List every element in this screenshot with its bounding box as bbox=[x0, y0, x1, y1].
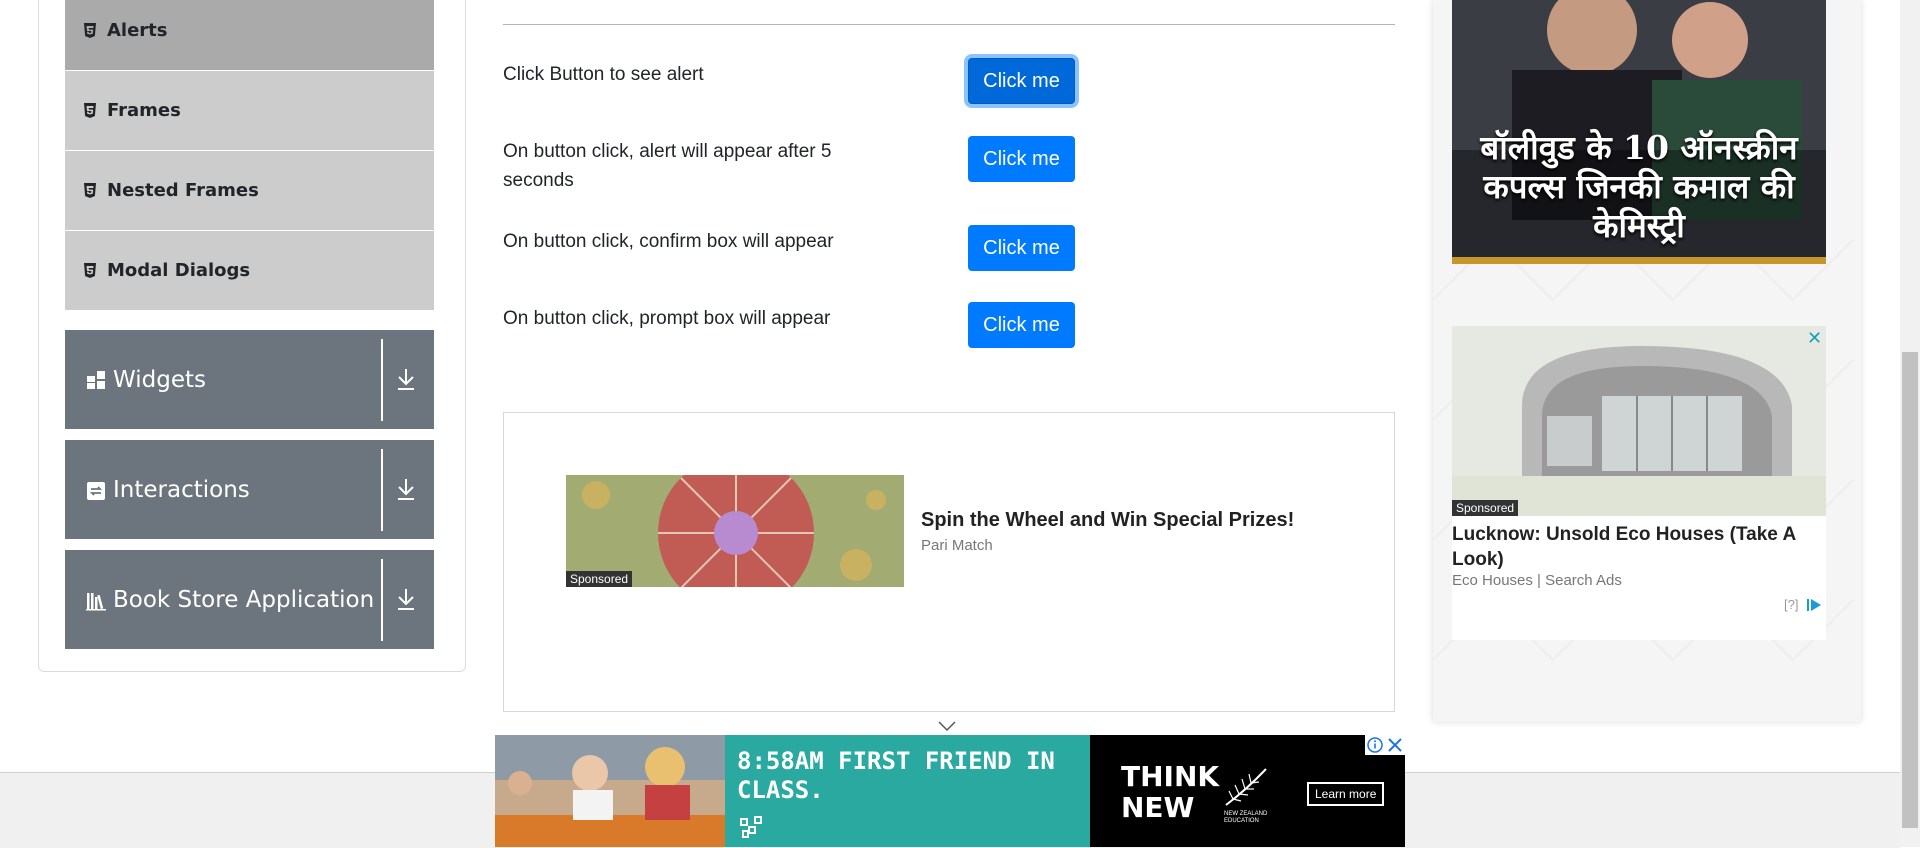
sidebar-group-widgets[interactable]: Widgets bbox=[65, 330, 434, 429]
confirm-button[interactable]: Click me bbox=[968, 225, 1075, 271]
sidebar-group-label: Interactions bbox=[113, 476, 250, 503]
html5-icon bbox=[84, 262, 96, 278]
ad-brand: THINK NEW bbox=[1121, 760, 1220, 824]
native-ad[interactable]: Sponsored Spin the Wheel and Win Special… bbox=[503, 412, 1395, 712]
learn-more-button[interactable]: Learn more bbox=[1307, 782, 1385, 806]
sidebar-group-interactions[interactable]: Interactions bbox=[65, 440, 434, 539]
ad-accent-bar bbox=[1452, 257, 1826, 264]
sidebar-group-label: Book Store Application bbox=[113, 586, 375, 613]
ad-title[interactable]: Spin the Wheel and Win Special Prizes! bbox=[921, 509, 1294, 532]
confirm-row-label: On button click, confirm box will appear bbox=[503, 231, 834, 252]
eco-house-image[interactable]: Sponsored ✕ bbox=[1452, 326, 1826, 516]
eco-ad-title[interactable]: Lucknow: Unsold Eco Houses (Take A Look) bbox=[1452, 522, 1826, 572]
sidebar-item-nested-frames[interactable]: Nested Frames bbox=[65, 151, 434, 230]
timer-alert-button[interactable]: Click me bbox=[968, 136, 1075, 182]
ad-org: NEW ZEALAND EDUCATION bbox=[1224, 811, 1268, 824]
eco-houses-ad[interactable]: Sponsored ✕ Lucknow: Unsold Eco Houses (… bbox=[1452, 326, 1826, 640]
scrollbar-thumb[interactable] bbox=[1902, 352, 1918, 828]
prompt-row-label: On button click, prompt box will appear bbox=[503, 308, 831, 329]
section-divider bbox=[503, 24, 1395, 25]
adchoices-icon[interactable] bbox=[1365, 735, 1405, 755]
classroom-photo bbox=[495, 735, 725, 847]
chevron-down-icon[interactable] bbox=[937, 720, 957, 732]
ad-headline: 8:58AM FIRST FRIEND IN CLASS. bbox=[737, 747, 1055, 804]
ad-image[interactable]: Sponsored bbox=[566, 475, 904, 587]
group-divider bbox=[381, 449, 383, 531]
pattern-icon bbox=[740, 816, 762, 838]
timer-alert-row-label: On button click, alert will appear after… bbox=[503, 141, 832, 191]
ad-info-link[interactable]: [?] bbox=[1784, 597, 1798, 612]
sidebar-item-label: Alerts bbox=[107, 20, 168, 41]
sidebar-item-frames[interactable]: Frames bbox=[65, 71, 434, 150]
adchoices-play-icon[interactable] bbox=[1806, 597, 1822, 613]
widgets-grid-icon bbox=[87, 370, 105, 389]
sidebar-item-label: Modal Dialogs bbox=[107, 260, 251, 281]
sidebar-item-label: Nested Frames bbox=[107, 180, 259, 201]
bollywood-ad[interactable]: बॉलीवुड के 10 ऑनस्क्रीन कपल्स जिनकी कमाल… bbox=[1452, 0, 1826, 264]
bollywood-headline: बॉलीवुड के 10 ऑनस्क्रीन कपल्स जिनकी कमाल… bbox=[1480, 128, 1798, 245]
ad-source: Pari Match bbox=[921, 537, 993, 554]
books-icon bbox=[86, 592, 106, 610]
sponsored-label: Sponsored bbox=[566, 571, 633, 587]
download-arrow-icon[interactable] bbox=[395, 366, 417, 392]
sidebar-item-alerts[interactable]: Alerts bbox=[65, 0, 434, 70]
download-arrow-icon[interactable] bbox=[395, 586, 417, 612]
group-divider bbox=[381, 559, 383, 641]
sidebar-group-label: Widgets bbox=[113, 366, 206, 393]
fern-icon bbox=[1225, 768, 1267, 806]
interactions-sync-icon bbox=[87, 481, 105, 500]
alert-row-label: Click Button to see alert bbox=[503, 64, 704, 85]
sidebar-item-modal-dialogs[interactable]: Modal Dialogs bbox=[65, 231, 434, 310]
sidebar-group-book-store[interactable]: Book Store Application bbox=[65, 550, 434, 649]
close-icon[interactable]: ✕ bbox=[1807, 328, 1822, 349]
alert-button[interactable]: Click me bbox=[968, 58, 1075, 104]
bottom-banner-ad[interactable]: 8:58AM FIRST FRIEND IN CLASS. THINK NEW … bbox=[495, 735, 1405, 847]
adchoices-bar[interactable] bbox=[1365, 735, 1405, 755]
eco-house-photo bbox=[1452, 326, 1826, 516]
prompt-button[interactable]: Click me bbox=[968, 302, 1075, 348]
group-divider bbox=[381, 339, 383, 421]
html5-icon bbox=[84, 102, 96, 118]
eco-ad-source: Eco Houses | Search Ads bbox=[1452, 572, 1622, 589]
sponsored-label: Sponsored bbox=[1452, 500, 1519, 516]
html5-icon bbox=[84, 182, 96, 198]
sidebar-item-label: Frames bbox=[107, 100, 181, 121]
download-arrow-icon[interactable] bbox=[395, 476, 417, 502]
html5-icon bbox=[84, 22, 96, 38]
